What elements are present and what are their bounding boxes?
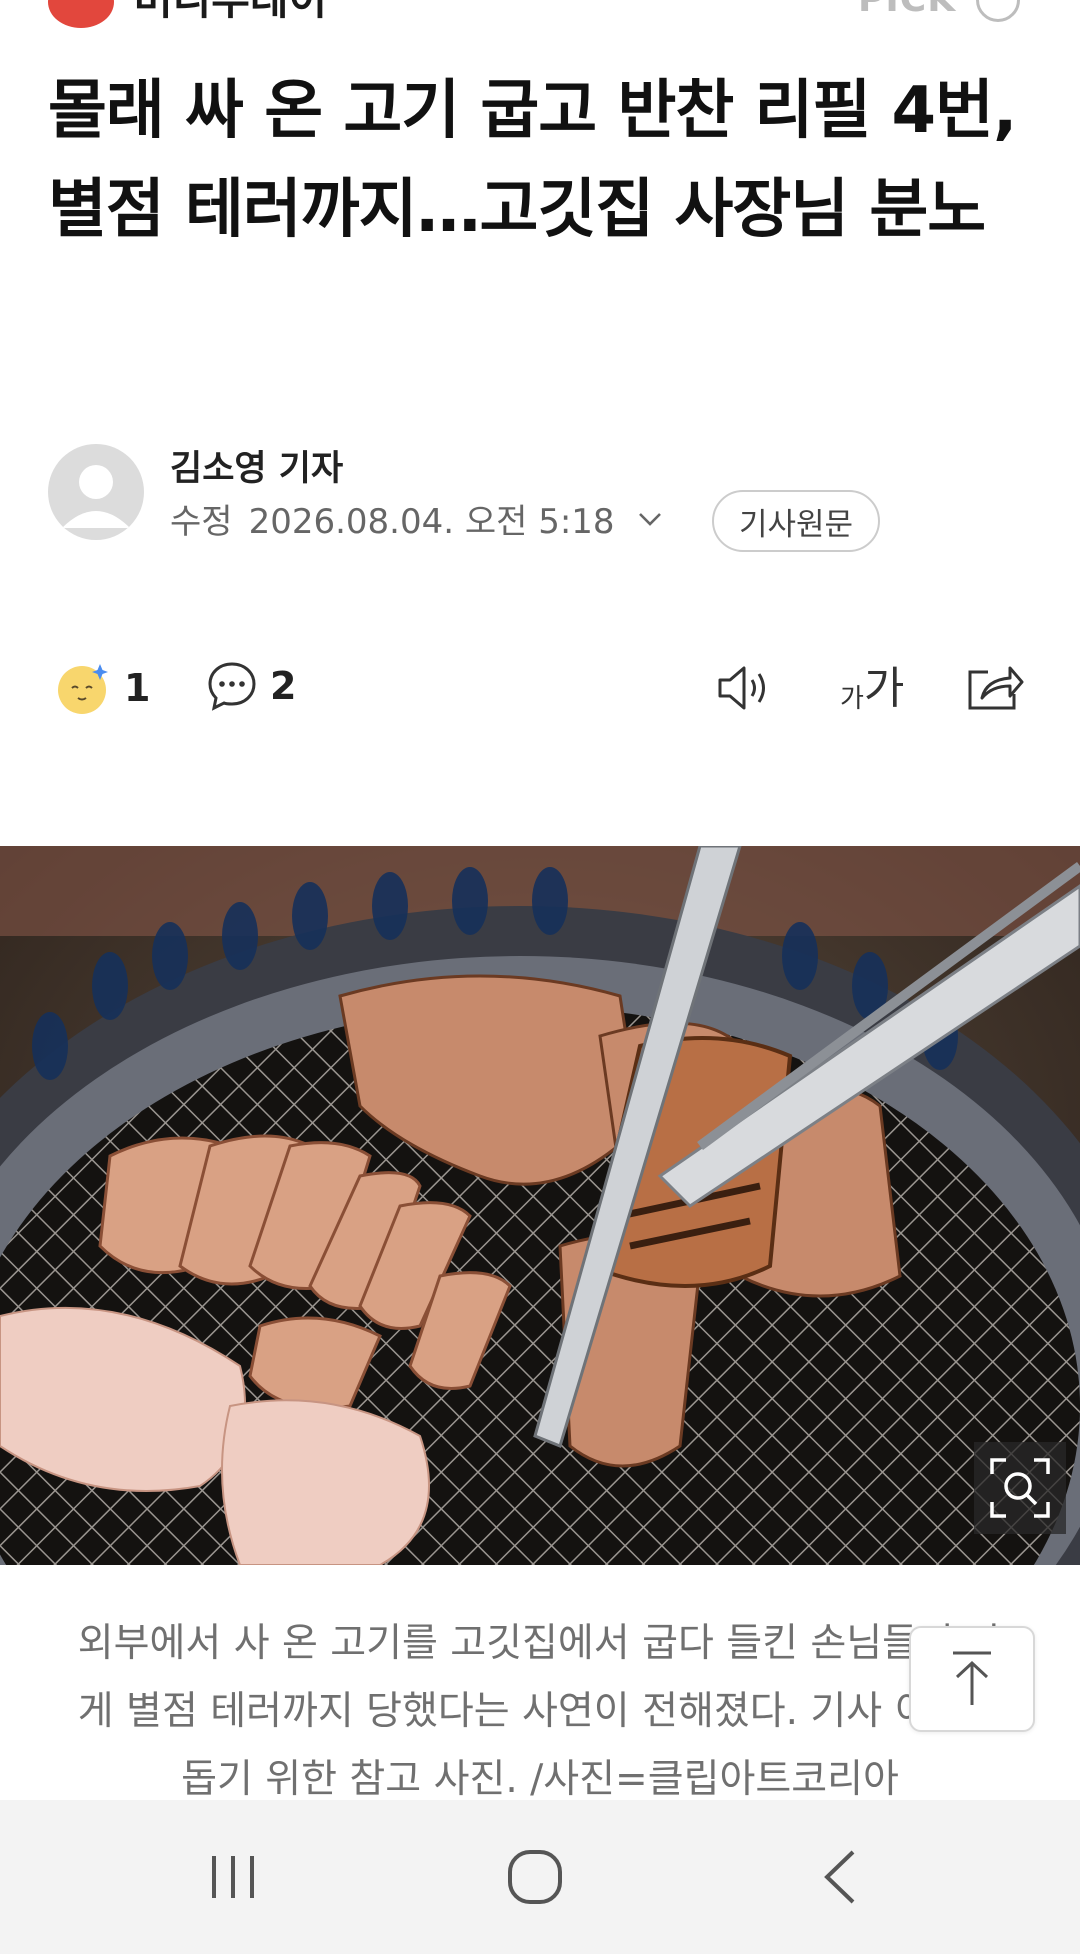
photo-caption: 외부에서 사 온 고기를 고깃집에서 굽다 들킨 손님들이 가게 별점 테러까지… <box>77 1621 1003 1802</box>
home-button[interactable] <box>500 1846 570 1908</box>
comment-icon[interactable] <box>206 660 258 712</box>
reaction-count: 1 <box>124 666 151 710</box>
comment-count: 2 <box>270 664 297 708</box>
back-button[interactable] <box>804 1846 874 1908</box>
font-size-small-label: 가 <box>840 684 864 714</box>
original-article-button[interactable]: 기사원문 <box>712 490 880 552</box>
press-logo-icon[interactable] <box>48 0 114 28</box>
recent-apps-button[interactable] <box>198 1846 268 1908</box>
date-value: 2026.08.04. 오전 5:18 <box>248 502 615 542</box>
avatar-silhouette-icon <box>62 465 130 528</box>
system-navigation-bar <box>0 1800 1080 1954</box>
article-date[interactable]: 수정 2026.08.04. 오전 5:18 <box>170 494 665 543</box>
zoom-icon <box>990 1458 1050 1518</box>
press-name[interactable]: 머니투데이 <box>134 0 327 26</box>
scroll-top-button[interactable] <box>909 1626 1035 1732</box>
speaker-icon[interactable] <box>716 662 774 714</box>
pick-info-icon[interactable] <box>976 0 1020 22</box>
reaction-emoji-icon[interactable] <box>56 660 112 716</box>
pick-label: PICK <box>858 0 956 26</box>
article-headline: 몰래 싸 온 고기 굽고 반찬 리필 4번, 별점 테러까지…고깃집 사장님 분… <box>48 74 1017 247</box>
recent-apps-icon <box>212 1856 254 1898</box>
font-size-button[interactable]: 가 가 <box>840 654 905 715</box>
press-header: 머니투데이 PICK <box>0 0 1080 30</box>
date-label: 수정 <box>170 502 233 542</box>
back-arrow-icon <box>824 1850 855 1904</box>
font-size-big-label: 가 <box>863 663 905 714</box>
grill-photo <box>0 846 1080 1565</box>
arrow-up-icon <box>953 1651 991 1705</box>
share-icon[interactable] <box>964 660 1024 714</box>
author-name[interactable]: 김소영 기자 <box>170 440 343 491</box>
home-icon <box>508 1850 562 1904</box>
article-photo[interactable] <box>0 846 1080 1565</box>
chevron-down-icon[interactable] <box>635 504 665 534</box>
zoom-button[interactable] <box>974 1442 1066 1534</box>
author-avatar[interactable] <box>48 444 144 540</box>
action-bar: 1 2 가 가 <box>0 650 1080 720</box>
